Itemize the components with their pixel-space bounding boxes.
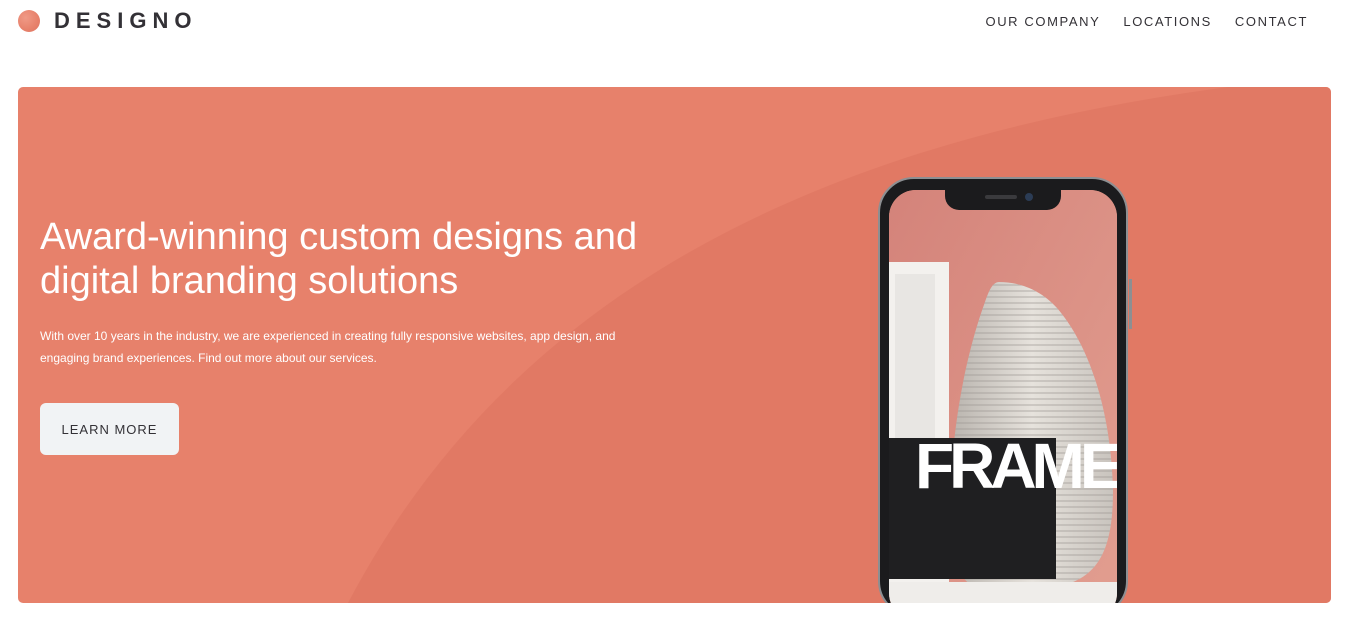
logo-circle-icon bbox=[18, 10, 40, 32]
frame-logo-text: FRAME bbox=[915, 430, 1117, 502]
hero-title-line-2: digital branding solutions bbox=[40, 260, 459, 302]
phone-mockup: FRAME bbox=[878, 177, 1132, 603]
speaker-icon bbox=[985, 195, 1017, 199]
site-header: DESIGNO OUR COMPANY LOCATIONS CONTACT bbox=[0, 0, 1352, 60]
phone-screen: FRAME bbox=[889, 190, 1117, 603]
phone-notch bbox=[945, 190, 1061, 210]
hero-title-line-1: Award-winning custom designs and bbox=[40, 216, 638, 258]
main-nav: OUR COMPANY LOCATIONS CONTACT bbox=[985, 14, 1308, 30]
phone-side-button bbox=[1129, 279, 1132, 329]
hero-banner: Award-winning custom designs and digital… bbox=[18, 87, 1331, 603]
hero-title: Award-winning custom designs and digital… bbox=[40, 215, 680, 303]
camera-icon bbox=[1025, 193, 1033, 201]
hero-description: With over 10 years in the industry, we a… bbox=[40, 325, 640, 369]
nav-locations[interactable]: LOCATIONS bbox=[1123, 14, 1212, 30]
nav-contact[interactable]: CONTACT bbox=[1235, 14, 1308, 30]
logo-wordmark: DESIGNO bbox=[54, 8, 198, 33]
logo-link[interactable]: DESIGNO bbox=[18, 8, 197, 34]
hero-description-line-2: engaging brand experiences. Find out mor… bbox=[40, 351, 377, 365]
learn-more-button[interactable]: LEARN MORE bbox=[40, 403, 179, 455]
hero-description-line-1: With over 10 years in the industry, we a… bbox=[40, 329, 616, 343]
nav-our-company[interactable]: OUR COMPANY bbox=[985, 14, 1100, 30]
